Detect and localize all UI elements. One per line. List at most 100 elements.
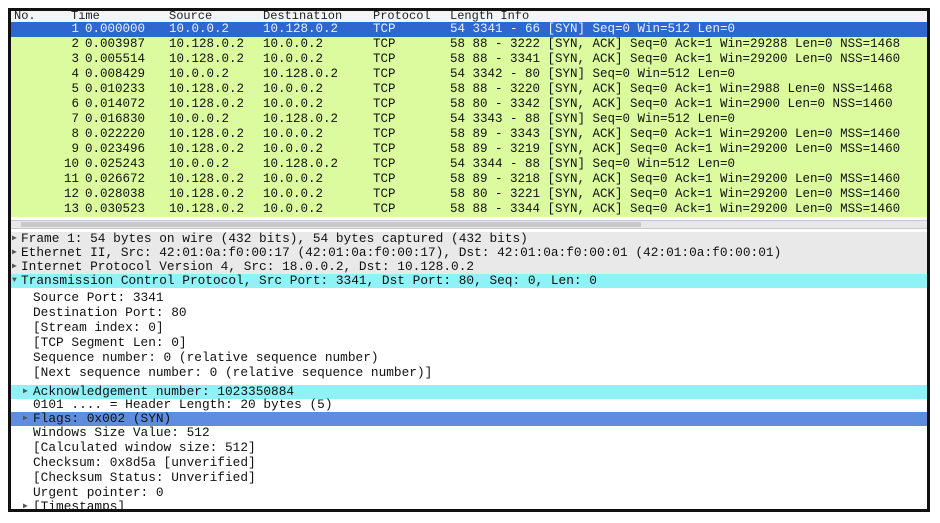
packet-source: 10.128.0.2 <box>169 37 245 51</box>
packet-row[interactable]: 9 0.023496 10.128.0.2 10.0.0.2 TCP 58 89… <box>11 142 927 157</box>
segment-length-field: [TCP Segment Len: 0] <box>33 335 187 350</box>
packet-source: 10.0.0.2 <box>169 112 230 126</box>
packet-info: 58 88 - 3222 [SYN, ACK] Seq=0 Ack=1 Win=… <box>450 37 901 51</box>
packet-protocol: TCP <box>373 112 396 126</box>
packet-time: 0.022220 <box>85 127 146 141</box>
packet-source: 10.128.0.2 <box>169 82 245 96</box>
tcp-field-row[interactable]: [Calculated window size: 512] <box>11 441 927 455</box>
packet-no: 8 <box>71 127 79 141</box>
packet-time: 0.008429 <box>85 67 146 81</box>
packet-time: 0.030523 <box>85 202 146 216</box>
packet-destination: 10.0.0.2 <box>263 52 324 66</box>
packet-no: 5 <box>71 82 79 96</box>
tcp-summary-row[interactable]: ▼ Transmission Control Protocol, Src Por… <box>11 274 927 288</box>
packet-protocol: TCP <box>373 142 396 156</box>
packet-row[interactable]: 2 0.003987 10.128.0.2 10.0.0.2 TCP 58 88… <box>11 37 927 52</box>
tcp-field-row[interactable]: [Stream index: 0] <box>11 321 927 335</box>
packet-source: 10.128.0.2 <box>169 52 245 66</box>
sequence-number-field: Sequence number: 0 (relative sequence nu… <box>33 350 379 365</box>
packet-no: 4 <box>71 67 79 81</box>
expand-arrow-icon[interactable]: ▶ <box>23 385 28 399</box>
tcp-field-row[interactable]: Checksum: 0x8d5a [unverified] <box>11 456 927 470</box>
packet-no: 7 <box>71 112 79 126</box>
packet-row[interactable]: 5 0.010233 10.128.0.2 10.0.0.2 TCP 58 88… <box>11 82 927 97</box>
expand-arrow-icon[interactable]: ▶ <box>23 500 28 509</box>
collapse-arrow-icon[interactable]: ▼ <box>12 274 17 288</box>
header-length-field: 0101 .... = Header Length: 20 bytes (5) <box>33 397 333 412</box>
packet-source: 10.128.0.2 <box>169 97 245 111</box>
expand-arrow-icon[interactable]: ▶ <box>12 246 17 260</box>
urgent-pointer-field: Urgent pointer: 0 <box>33 485 164 500</box>
packet-list-horizontal-scrollbar[interactable] <box>11 220 927 229</box>
packet-protocol: TCP <box>373 202 396 216</box>
column-protocol-header[interactable]: Protocol <box>373 11 431 22</box>
tcp-field-row[interactable]: Destination Port: 80 <box>11 306 927 320</box>
packet-row[interactable]: 3 0.005514 10.128.0.2 10.0.0.2 TCP 58 88… <box>11 52 927 67</box>
column-no-header[interactable]: No. <box>14 11 36 22</box>
packet-time: 0.014072 <box>85 97 146 111</box>
checksum-field: Checksum: 0x8d5a [unverified] <box>33 455 256 470</box>
packet-destination: 10.0.0.2 <box>263 202 324 216</box>
column-length-info-header[interactable]: Length Info <box>450 11 529 22</box>
packet-source: 10.0.0.2 <box>169 67 230 81</box>
packet-row[interactable]: 12 0.028038 10.128.0.2 10.0.0.2 TCP 58 8… <box>11 187 927 202</box>
scrollbar-thumb[interactable] <box>21 222 641 227</box>
packet-row[interactable]: 11 0.026672 10.128.0.2 10.0.0.2 TCP 58 8… <box>11 172 927 187</box>
packet-destination: 10.0.0.2 <box>263 97 324 111</box>
packet-row-selected[interactable]: 1 0.000000 10.0.0.2 10.128.0.2 TCP 54 33… <box>11 22 927 37</box>
ip-summary-text: Internet Protocol Version 4, Src: 18.0.0… <box>21 259 475 274</box>
packet-info: 58 89 - 3343 [SYN, ACK] Seq=0 Ack=1 Win=… <box>450 127 901 141</box>
checksum-status-field: [Checksum Status: Unverified] <box>33 470 256 485</box>
tcp-field-row[interactable]: Windows Size Value: 512 <box>11 426 927 440</box>
packet-time: 0.025243 <box>85 157 146 171</box>
packet-time: 0.026672 <box>85 172 146 186</box>
tcp-field-row[interactable]: Source Port: 3341 <box>11 291 927 305</box>
timestamps-row[interactable]: ▶ [Timestamps] <box>11 500 927 510</box>
packet-row[interactable]: 13 0.030523 10.128.0.2 10.0.0.2 TCP 58 8… <box>11 202 927 217</box>
packet-time: 0.005514 <box>85 52 146 66</box>
packet-details-pane: ▶ Frame 1: 54 bytes on wire (432 bits), … <box>11 230 927 510</box>
expand-arrow-icon[interactable]: ▶ <box>12 260 17 274</box>
packet-protocol: TCP <box>373 67 396 81</box>
ethernet-summary-row[interactable]: ▶ Ethernet II, Src: 42:01:0a:f0:00:17 (4… <box>11 246 927 260</box>
packet-info: 58 89 - 3218 [SYN, ACK] Seq=0 Ack=1 Win=… <box>450 172 901 186</box>
packet-destination: 10.0.0.2 <box>263 172 324 186</box>
tcp-field-row[interactable]: Urgent pointer: 0 <box>11 486 927 500</box>
tcp-field-row[interactable]: Sequence number: 0 (relative sequence nu… <box>11 351 927 365</box>
packet-destination: 10.0.0.2 <box>263 142 324 156</box>
wireshark-window: No. Time Source Destination Protocol Len… <box>8 8 930 512</box>
tcp-field-row[interactable]: 0101 .... = Header Length: 20 bytes (5) <box>11 398 927 412</box>
packet-row[interactable]: 10 0.025243 10.0.0.2 10.128.0.2 TCP 54 3… <box>11 157 927 172</box>
tcp-field-row[interactable]: [TCP Segment Len: 0] <box>11 336 927 350</box>
packet-row[interactable]: 4 0.008429 10.0.0.2 10.128.0.2 TCP 54 33… <box>11 67 927 82</box>
flags-row[interactable]: ▶ Flags: 0x002 (SYN) <box>11 412 927 426</box>
packet-source: 10.0.0.2 <box>169 22 230 36</box>
packet-protocol: TCP <box>373 37 396 51</box>
packet-info: 54 3342 - 80 [SYN] Seq=0 Win=512 Len=0 <box>450 67 736 81</box>
packet-no: 10 <box>63 157 79 171</box>
packet-info: 54 3343 - 88 [SYN] Seq=0 Win=512 Len=0 <box>450 112 736 126</box>
frame-summary-row[interactable]: ▶ Frame 1: 54 bytes on wire (432 bits), … <box>11 232 927 246</box>
expand-arrow-icon[interactable]: ▶ <box>12 232 17 246</box>
column-source-header[interactable]: Source <box>169 11 212 22</box>
stream-index-field: [Stream index: 0] <box>33 320 164 335</box>
packet-destination: 10.128.0.2 <box>263 112 339 126</box>
column-time-header[interactable]: Time <box>71 11 100 22</box>
packet-source: 10.128.0.2 <box>169 187 245 201</box>
calculated-window-field: [Calculated window size: 512] <box>33 440 256 455</box>
packet-protocol: TCP <box>373 157 396 171</box>
packet-protocol: TCP <box>373 127 396 141</box>
packet-time: 0.023496 <box>85 142 146 156</box>
ip-summary-row[interactable]: ▶ Internet Protocol Version 4, Src: 18.0… <box>11 260 927 274</box>
packet-time: 0.003987 <box>85 37 146 51</box>
frame-summary-text: Frame 1: 54 bytes on wire (432 bits), 54… <box>21 231 528 246</box>
expand-arrow-icon[interactable]: ▶ <box>23 412 28 426</box>
column-destination-header[interactable]: Destination <box>263 11 342 22</box>
tcp-field-row[interactable]: [Next sequence number: 0 (relative seque… <box>11 366 927 380</box>
window-size-field: Windows Size Value: 512 <box>33 425 210 440</box>
next-sequence-number-field: [Next sequence number: 0 (relative seque… <box>33 365 433 380</box>
packet-row[interactable]: 6 0.014072 10.128.0.2 10.0.0.2 TCP 58 80… <box>11 97 927 112</box>
tcp-field-row[interactable]: [Checksum Status: Unverified] <box>11 471 927 485</box>
packet-row[interactable]: 8 0.022220 10.128.0.2 10.0.0.2 TCP 58 89… <box>11 127 927 142</box>
packet-row[interactable]: 7 0.016830 10.0.0.2 10.128.0.2 TCP 54 33… <box>11 112 927 127</box>
